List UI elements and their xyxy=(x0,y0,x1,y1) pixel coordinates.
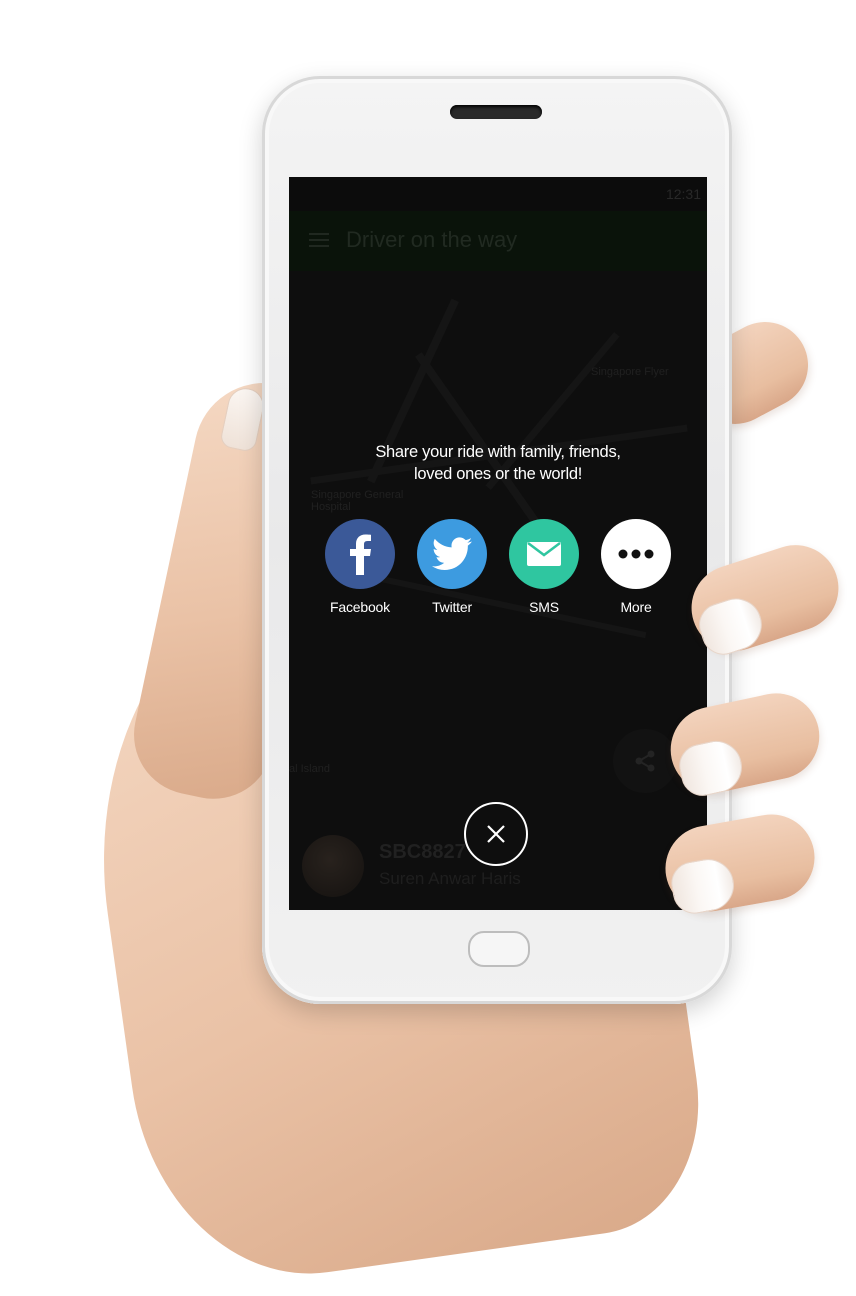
share-sms-button[interactable]: SMS xyxy=(499,519,589,615)
close-button[interactable] xyxy=(464,802,528,866)
more-label: More xyxy=(620,599,652,615)
twitter-label: Twitter xyxy=(432,599,472,615)
phone-screen: 12:31 Driver on the way Singapore Flyer … xyxy=(289,177,707,910)
facebook-label: Facebook xyxy=(330,599,390,615)
phone-speaker xyxy=(450,105,542,119)
share-heading: Share your ride with family, friends, lo… xyxy=(329,441,667,485)
envelope-icon[interactable] xyxy=(509,519,579,589)
share-options: Facebook Twitter SMS More xyxy=(315,519,685,629)
twitter-icon[interactable] xyxy=(417,519,487,589)
share-twitter-button[interactable]: Twitter xyxy=(407,519,497,615)
more-icon[interactable] xyxy=(601,519,671,589)
share-facebook-button[interactable]: Facebook xyxy=(315,519,405,615)
close-icon xyxy=(487,825,505,843)
sms-label: SMS xyxy=(529,599,559,615)
share-heading-line1: Share your ride with family, friends, xyxy=(375,443,621,461)
share-more-button[interactable]: More xyxy=(591,519,681,615)
share-heading-line2: loved ones or the world! xyxy=(414,465,582,483)
phone-home-button[interactable] xyxy=(468,931,530,967)
facebook-icon[interactable] xyxy=(325,519,395,589)
